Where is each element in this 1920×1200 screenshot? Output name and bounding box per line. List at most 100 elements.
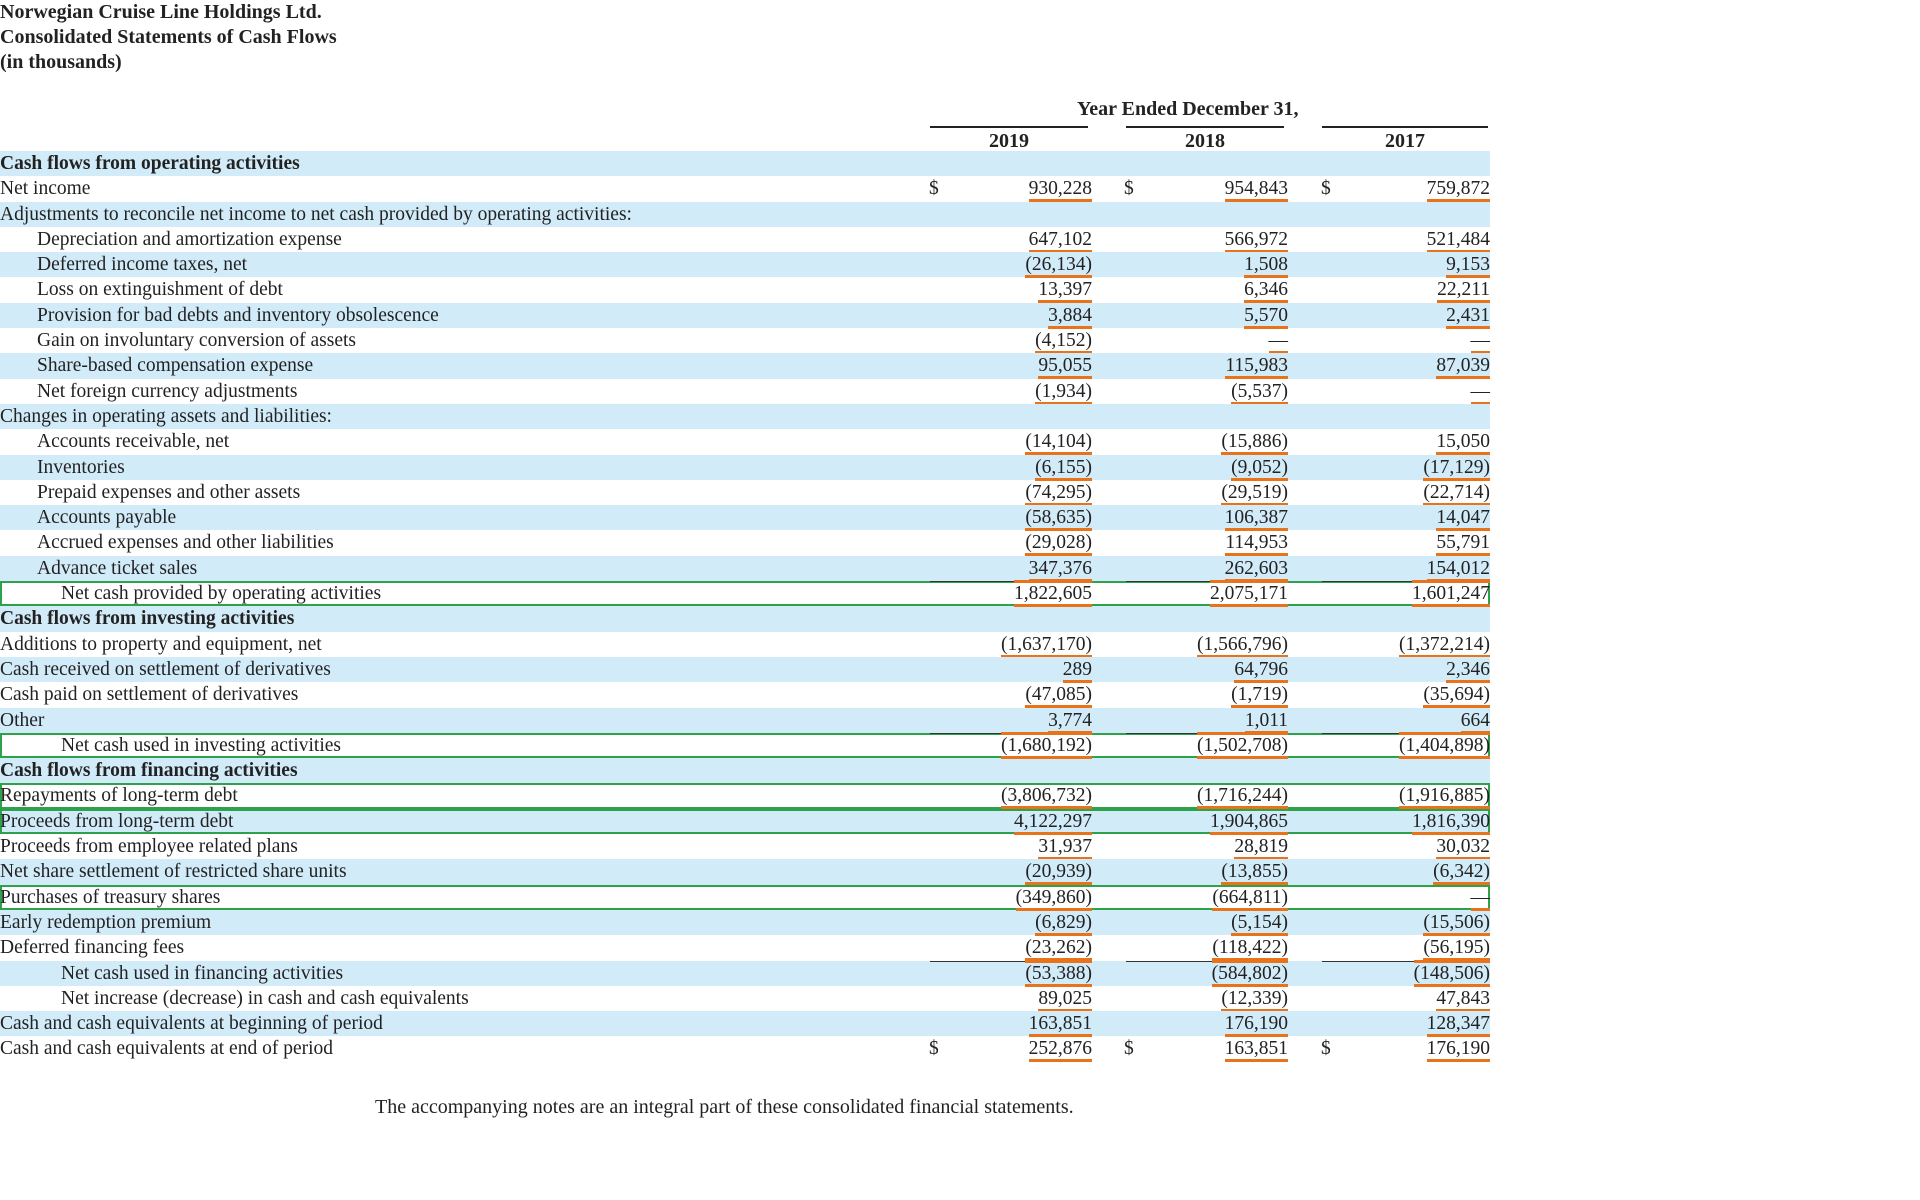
cell-value: 2,075,171 <box>1210 580 1288 608</box>
cell-value: 87,039 <box>1436 355 1490 380</box>
cell-value: (20,939) <box>1025 861 1092 886</box>
value-cell-2018: 2,075,171 <box>1138 580 1288 608</box>
value-cell-2017: 15,050 <box>1340 429 1490 456</box>
value-cell-2017: (1,404,898) <box>1340 731 1490 759</box>
value-cell-2019: (4,152) <box>942 328 1092 355</box>
value-cell-2017: 55,791 <box>1340 530 1490 557</box>
cell-value: (13,855) <box>1221 861 1288 886</box>
value-cell-2017: 30,032 <box>1340 834 1490 861</box>
value-cell-2017: (35,694) <box>1340 682 1490 709</box>
cell-value: (14,104) <box>1025 431 1092 456</box>
cell-value: (74,295) <box>1025 481 1092 506</box>
row-label: Accounts payable <box>37 507 177 529</box>
cell-value: (23,262) <box>1025 937 1092 962</box>
value-cell-2017: 128,347 <box>1340 1011 1490 1038</box>
dollar-sign: $ <box>929 178 939 200</box>
value-cell-2018: (664,811) <box>1138 885 1288 911</box>
row-label: Gain on involuntary conversion of assets <box>37 330 356 352</box>
table-row: Accounts receivable, net (14,104) (15,886)… <box>0 429 1490 456</box>
dollar-sign: $ <box>1124 178 1134 200</box>
row-label: Net cash used in financing activities <box>61 962 344 984</box>
dollar-sign: $ <box>1124 1038 1134 1060</box>
cell-value: 3,774 <box>1048 709 1092 734</box>
value-cell-2019: (3,806,732) <box>942 783 1092 810</box>
company-name: Norwegian Cruise Line Holdings Ltd. <box>0 1 322 23</box>
period-label: Year Ended December 31, <box>1077 98 1299 120</box>
value-cell-2017: 47,843 <box>1340 986 1490 1012</box>
cell-value: 28,819 <box>1234 836 1288 861</box>
value-cell-2017: (1,372,214) <box>1340 632 1490 658</box>
cell-value: 163,851 <box>1028 1013 1092 1038</box>
value-cell-2018: (1,502,708) <box>1138 731 1288 759</box>
cell-value: (9,052) <box>1231 456 1288 481</box>
value-cell-2018: 163,851 <box>1138 1036 1288 1063</box>
row-label: Cash received on settlement of derivativ… <box>0 658 331 680</box>
table-row: Other 3,774 1,011 664 <box>0 707 1490 734</box>
value-cell-2019: 289 <box>942 657 1092 683</box>
cell-value: (17,129) <box>1423 456 1490 481</box>
table-row: Advance ticket sales 347,376 262,603 154,01… <box>0 555 1490 582</box>
value-cell-2019: 163,851 <box>942 1011 1092 1038</box>
value-cell-2019: 3,774 <box>942 708 1092 734</box>
row-label: Cash and cash equivalents at beginning o… <box>0 1013 383 1035</box>
value-cell-2019: (20,939) <box>942 859 1092 886</box>
cell-value: 566,972 <box>1224 228 1288 253</box>
value-cell-2019: (1,934) <box>942 379 1092 405</box>
value-cell-2017: — <box>1340 885 1490 911</box>
cell-value: (1,934) <box>1035 380 1092 405</box>
value-cell-2018: 1,011 <box>1138 708 1288 734</box>
value-cell-2017: (1,916,885) <box>1340 783 1490 810</box>
row-label: Provision for bad debts and inventory ob… <box>37 304 439 326</box>
value-cell-2019: 1,822,605 <box>942 580 1092 608</box>
cell-value: 163,851 <box>1224 1038 1288 1063</box>
value-cell-2017: 9,153 <box>1340 252 1490 279</box>
value-cell-2018: (1,719) <box>1138 682 1288 709</box>
cell-value: 647,102 <box>1028 228 1092 253</box>
cell-value: — <box>1470 380 1490 405</box>
value-cell-2018: 115,983 <box>1138 353 1288 380</box>
row-label: Net foreign currency adjustments <box>37 380 298 402</box>
cell-value: (6,155) <box>1035 456 1092 481</box>
value-cell-2019: (1,680,192) <box>942 731 1092 759</box>
cell-value: (1,404,898) <box>1399 731 1490 759</box>
table-row: Depreciation and amortization expense 647… <box>0 227 1490 253</box>
value-cell-2017: 14,047 <box>1340 505 1490 532</box>
cell-value: (664,811) <box>1212 886 1288 911</box>
row-label: Net cash provided by operating activitie… <box>61 583 382 605</box>
row-label: Share-based compensation expense <box>37 355 314 377</box>
row-label: Deferred financing fees <box>0 937 185 959</box>
value-cell-2018: 5,570 <box>1138 303 1288 329</box>
cell-value: 22,211 <box>1437 279 1490 304</box>
value-cell-2017: (6,342) <box>1340 859 1490 886</box>
cell-value: 6,346 <box>1244 279 1288 304</box>
row-label: Cash and cash equivalents at end of peri… <box>0 1038 334 1060</box>
value-cell-2019: 347,376 <box>942 556 1092 582</box>
table-row: Prepaid expenses and other assets (74,295… <box>0 480 1490 506</box>
value-cell-2017: 759,872 <box>1340 176 1490 203</box>
cell-value: 114,953 <box>1225 532 1288 557</box>
row-label: Changes in operating assets and liabilit… <box>0 405 332 427</box>
cell-value: 1,822,605 <box>1014 580 1092 608</box>
value-cell-2018: 6,346 <box>1138 277 1288 304</box>
value-cell-2017: — <box>1340 328 1490 355</box>
row-label: Inventories <box>37 456 125 478</box>
cell-value: 1,508 <box>1244 254 1288 279</box>
cell-value: 115,983 <box>1225 355 1288 380</box>
cell-value: 1,904,865 <box>1210 810 1288 835</box>
table-row: Loss on extinguishment of debt 13,397 6,34… <box>0 277 1490 304</box>
value-cell-2019: 930,228 <box>942 176 1092 203</box>
cell-value: — <box>1268 330 1288 355</box>
cell-value: (4,152) <box>1035 330 1092 355</box>
value-cell-2018: 176,190 <box>1138 1011 1288 1038</box>
cell-value: (5,154) <box>1231 911 1288 936</box>
cell-value: (5,537) <box>1231 380 1288 405</box>
cell-value: 1,601,247 <box>1412 580 1490 608</box>
column-header-2017: 2017 <box>1322 126 1488 152</box>
cell-value: (47,085) <box>1025 684 1092 709</box>
value-cell-2017: 521,484 <box>1340 227 1490 253</box>
cell-value: (15,506) <box>1423 911 1490 936</box>
column-header-2019: 2019 <box>930 126 1088 152</box>
value-cell-2018: 954,843 <box>1138 176 1288 203</box>
dollar-sign: $ <box>929 1038 939 1060</box>
cell-value: 31,937 <box>1038 836 1092 861</box>
